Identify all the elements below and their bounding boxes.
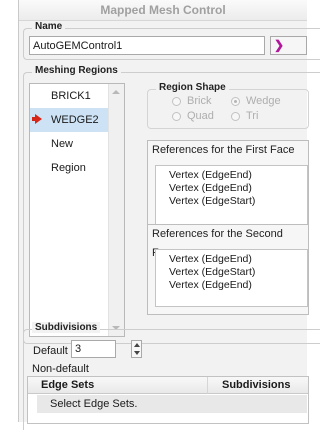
region-label: WEDGE2 xyxy=(51,114,99,126)
nondefault-label: Non-default xyxy=(32,363,89,375)
meshing-regions-label: Meshing Regions xyxy=(32,65,121,76)
select-edge-sets-placeholder[interactable]: Select Edge Sets. xyxy=(37,395,307,413)
scroll-up-icon[interactable] xyxy=(112,90,120,94)
select-arrow-icon: ❯ xyxy=(274,38,285,52)
name-group-label: Name xyxy=(32,21,66,32)
select-name-button[interactable]: ❯ xyxy=(270,36,307,55)
current-region-arrow-icon xyxy=(32,114,42,124)
region-label: BRICK1 xyxy=(51,90,91,102)
spin-up-icon[interactable] xyxy=(134,343,140,347)
region-list-scrollbar[interactable] xyxy=(108,84,124,336)
second-face-references: References for the Second Face Vertex (E… xyxy=(147,224,309,315)
edge-sets-table[interactable]: Edge Sets Subdivisions Select Edge Sets. xyxy=(27,376,309,424)
quad-radio-label: Quad xyxy=(187,110,214,122)
subdivisions-column-header[interactable]: Subdivisions xyxy=(208,377,308,394)
second-face-list[interactable]: Vertex (EdgeEnd) Vertex (EdgeStart) Vert… xyxy=(155,249,308,307)
brick-radio-label: Brick xyxy=(187,95,212,107)
list-item[interactable]: Vertex (EdgeStart) xyxy=(169,266,255,278)
region-label: New Region xyxy=(51,138,86,174)
wedge-radio[interactable] xyxy=(231,97,240,106)
mapped-mesh-control-dialog: Mapped Mesh Control Name AutoGEMControl1… xyxy=(18,0,320,430)
brick-radio[interactable] xyxy=(172,97,181,106)
list-item[interactable]: Vertex (EdgeEnd) xyxy=(169,279,252,291)
default-subdivisions-spinner[interactable] xyxy=(131,340,142,358)
subdivisions-label: Subdivisions xyxy=(32,322,101,333)
second-face-label: References for the Second Face xyxy=(152,228,283,259)
quad-radio[interactable] xyxy=(172,112,181,121)
tri-radio-label: Tri xyxy=(246,110,259,122)
list-item[interactable]: Vertex (EdgeEnd) xyxy=(169,169,252,181)
list-item[interactable]: WEDGE2 xyxy=(30,108,109,132)
region-shape-group: Region Shape xyxy=(147,82,309,129)
spin-down-icon[interactable] xyxy=(134,351,140,355)
list-item[interactable]: BRICK1 xyxy=(30,84,109,108)
region-list[interactable]: BRICK1 WEDGE2 New Region xyxy=(29,83,125,337)
first-face-label: References for the First Face xyxy=(152,144,295,156)
list-item[interactable]: Vertex (EdgeEnd) xyxy=(169,253,252,265)
list-item[interactable]: Vertex (EdgeStart) xyxy=(169,195,255,207)
first-face-list[interactable]: Vertex (EdgeEnd) Vertex (EdgeEnd) Vertex… xyxy=(155,165,308,225)
wedge-radio-label: Wedge xyxy=(246,95,281,107)
dialog-title: Mapped Mesh Control xyxy=(19,0,307,21)
default-subdivisions-input[interactable]: 3 xyxy=(71,340,116,358)
name-input[interactable]: AutoGEMControl1 xyxy=(29,36,265,55)
list-item[interactable]: New Region xyxy=(30,132,109,174)
first-face-references: References for the First Face Vertex (Ed… xyxy=(147,140,309,233)
tri-radio[interactable] xyxy=(231,112,240,121)
edge-sets-column-header[interactable]: Edge Sets xyxy=(28,377,208,394)
list-item[interactable]: Vertex (EdgeEnd) xyxy=(169,182,252,194)
default-label: Default xyxy=(33,345,68,357)
region-shape-label: Region Shape xyxy=(156,82,229,93)
